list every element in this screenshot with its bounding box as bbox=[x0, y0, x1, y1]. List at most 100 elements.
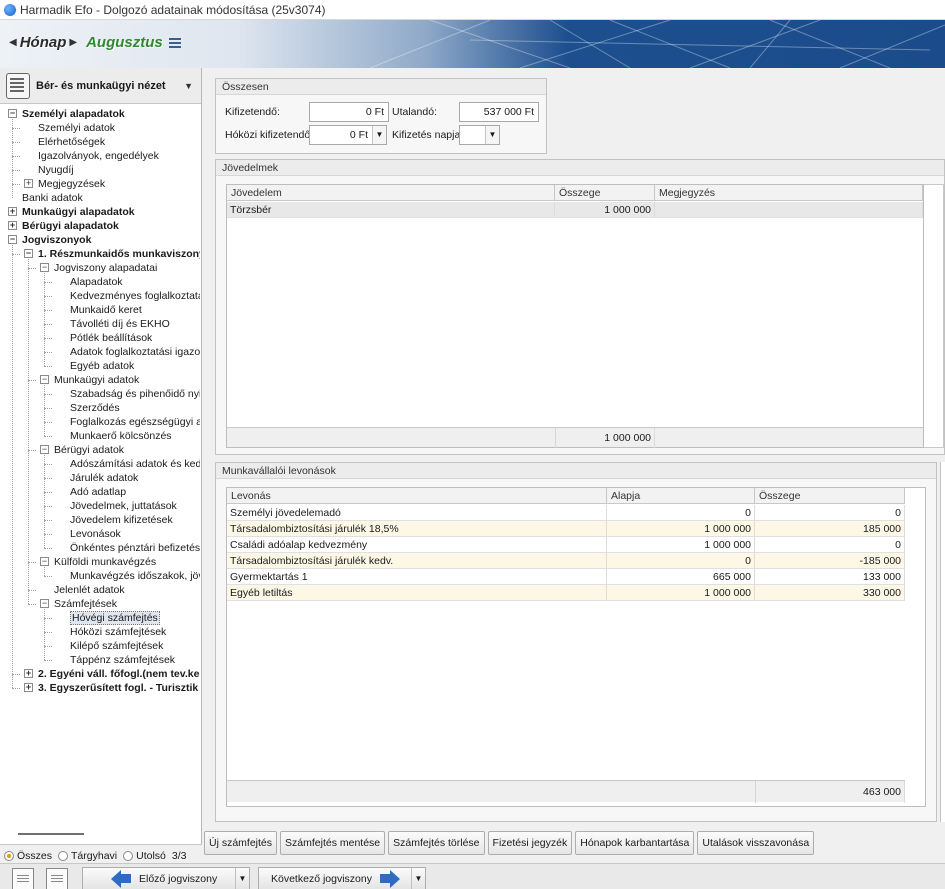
filter-option-all[interactable]: Összes bbox=[4, 850, 52, 862]
table-row[interactable]: Egyéb letiltás 1 000 000 330 000 bbox=[227, 585, 905, 601]
column-header[interactable]: Alapja bbox=[607, 488, 755, 504]
table-row[interactable]: Társadalombiztosítási járulék kedv. 0 -185… bbox=[227, 553, 905, 569]
tree-item[interactable]: − Munkaügyi adatok bbox=[40, 373, 139, 387]
collapse-icon[interactable]: − bbox=[8, 235, 17, 244]
payable-field[interactable]: 0 Ft bbox=[309, 102, 389, 122]
tree-item[interactable]: Kilépő számfejtések bbox=[56, 639, 163, 653]
splitter-handle[interactable] bbox=[18, 833, 84, 835]
radio-icon[interactable] bbox=[123, 850, 134, 861]
tree-item[interactable]: Személyi adatok bbox=[24, 121, 115, 135]
next-month-arrow[interactable]: ▶ bbox=[69, 37, 77, 48]
delete-payroll-button[interactable]: Számfejtés törlése bbox=[388, 831, 485, 855]
chevron-down-icon[interactable]: ▼ bbox=[411, 868, 425, 889]
expand-icon[interactable]: + bbox=[8, 207, 17, 216]
payment-day-field[interactable]: ▼ bbox=[459, 125, 500, 145]
collapse-icon[interactable]: − bbox=[8, 109, 17, 118]
tree-item[interactable]: Jövedelem kifizetések bbox=[56, 513, 173, 527]
table-row[interactable]: Társadalombiztosítási járulék 18,5% 1 000… bbox=[227, 521, 905, 537]
tree-item[interactable]: +3. Egyszerűsített fogl. - Turisztik bbox=[24, 681, 198, 695]
tree-item[interactable]: − Jogviszony alapadatai bbox=[40, 261, 157, 275]
table-row[interactable]: Személyi jövedelemadó 0 0 bbox=[227, 505, 905, 521]
column-header[interactable]: Jövedelem bbox=[227, 185, 555, 201]
month-maintenance-button[interactable]: Hónapok karbantartása bbox=[575, 831, 695, 855]
view-selector[interactable]: Bér- és munkaügyi nézet ▼ bbox=[0, 68, 201, 104]
prev-relationship-button[interactable]: Előző jogviszony ▼ bbox=[82, 867, 250, 889]
month-label[interactable]: Hónap bbox=[20, 34, 67, 51]
tree-item[interactable]: Hóközi számfejtések bbox=[56, 625, 166, 639]
tree-item[interactable]: Levonások bbox=[56, 527, 121, 541]
expand-icon[interactable]: + bbox=[24, 669, 33, 678]
tree-item[interactable]: Járulék adatok bbox=[56, 471, 138, 485]
tree-item[interactable]: + Bérügyi alapadatok bbox=[8, 219, 119, 233]
prev-month-arrow[interactable]: ◀ bbox=[9, 37, 17, 48]
tree-item[interactable]: Önkéntes pénztári befizetések bbox=[56, 541, 200, 555]
collapse-icon[interactable]: − bbox=[40, 375, 49, 384]
tree-item[interactable]: Adatok foglalkoztatási igazolás bbox=[56, 345, 200, 359]
expand-icon[interactable]: + bbox=[8, 221, 17, 230]
collapse-icon[interactable]: − bbox=[24, 249, 33, 258]
tree-item[interactable]: Kedvezményes foglalkoztatás bbox=[56, 289, 200, 303]
tree-item[interactable]: Szabadság és pihenőidő nyilvá bbox=[56, 387, 200, 401]
tree-item[interactable]: Táppénz számfejtések bbox=[56, 653, 175, 667]
chevron-down-icon[interactable]: ▼ bbox=[372, 126, 386, 144]
tree-item[interactable]: + Megjegyzések bbox=[24, 177, 105, 191]
column-header[interactable]: Összege bbox=[755, 488, 905, 504]
tree-item[interactable]: Adó adatlap bbox=[56, 485, 126, 499]
tree-item[interactable]: − Külföldi munkavégzés bbox=[40, 555, 156, 569]
tree-item[interactable]: Adószámítási adatok és kedve bbox=[56, 457, 200, 471]
tree-item[interactable]: Jelenlét adatok bbox=[40, 583, 125, 597]
chevron-down-icon[interactable]: ▼ bbox=[235, 868, 249, 889]
month-value[interactable]: Augusztus bbox=[86, 34, 163, 51]
radio-icon[interactable] bbox=[4, 850, 14, 861]
tree-item[interactable]: Igazolványok, engedélyek bbox=[24, 149, 159, 163]
tree-item[interactable]: Alapadatok bbox=[56, 275, 123, 289]
tree-item[interactable]: Foglalkozás egészségügyi ada bbox=[56, 415, 200, 429]
column-header[interactable]: Összege bbox=[555, 185, 655, 201]
tree-item[interactable]: Banki adatok bbox=[8, 191, 83, 205]
save-payroll-button[interactable]: Számfejtés mentése bbox=[280, 831, 386, 855]
tree-item[interactable]: − Személyi alapadatok bbox=[8, 107, 125, 121]
tree-item[interactable]: Pótlék beállítások bbox=[56, 331, 152, 345]
tree-item[interactable]: Szerződés bbox=[56, 401, 120, 415]
radio-icon[interactable] bbox=[58, 850, 69, 861]
table-row[interactable]: Gyermektartás 1 665 000 133 000 bbox=[227, 569, 905, 585]
chevron-down-icon[interactable]: ▼ bbox=[485, 126, 499, 144]
interim-payable-field[interactable]: 0 Ft ▼ bbox=[309, 125, 387, 145]
transfer-field[interactable]: 537 000 Ft bbox=[459, 102, 539, 122]
column-header[interactable]: Levonás bbox=[227, 488, 607, 504]
table-row[interactable]: Családi adóalap kedvezmény 1 000 000 0 bbox=[227, 537, 905, 553]
new-payroll-button[interactable]: Új számfejtés bbox=[204, 831, 278, 855]
revoke-transfers-button[interactable]: Utalások visszavonása bbox=[697, 831, 815, 855]
collapse-icon[interactable]: − bbox=[40, 599, 49, 608]
expand-icon[interactable]: + bbox=[24, 179, 33, 188]
tree-item[interactable]: Távolléti díj és EKHO bbox=[56, 317, 170, 331]
next-relationship-button[interactable]: Következő jogviszony ▼ bbox=[258, 867, 426, 889]
payslip-button[interactable]: Fizetési jegyzék bbox=[487, 831, 573, 855]
tree-item[interactable]: Hóvégi számfejtés bbox=[56, 611, 160, 625]
tree-item[interactable]: −1. Részmunkaidős munkaviszony bbox=[24, 247, 200, 261]
tree-item[interactable]: Egyéb adatok bbox=[56, 359, 134, 373]
filter-option-last[interactable]: Utolsó bbox=[123, 850, 166, 862]
chevron-down-icon[interactable]: ▼ bbox=[184, 81, 193, 91]
tree-item[interactable]: Munkaerő kölcsönzés bbox=[56, 429, 172, 443]
table-row[interactable]: Törzsbér 1 000 000 bbox=[227, 202, 923, 218]
tree-item[interactable]: − Számfejtések bbox=[40, 597, 117, 611]
tree-item[interactable]: Munkavégzés időszakok, jöved bbox=[56, 569, 200, 583]
document-icon[interactable] bbox=[12, 868, 34, 889]
tree-item[interactable]: Elérhetőségek bbox=[24, 135, 105, 149]
collapse-icon[interactable]: − bbox=[40, 445, 49, 454]
tree-item[interactable]: Jövedelmek, juttatások bbox=[56, 499, 177, 513]
tree-item[interactable]: + Munkaügyi alapadatok bbox=[8, 205, 135, 219]
column-header[interactable]: Megjegyzés bbox=[655, 185, 923, 201]
tree-item[interactable]: Nyugdíj bbox=[24, 163, 74, 177]
month-dropdown-icon[interactable] bbox=[168, 37, 181, 48]
tree-item[interactable]: − Bérügyi adatok bbox=[40, 443, 124, 457]
document-list-icon[interactable] bbox=[46, 868, 68, 889]
filter-option-current[interactable]: Tárgyhavi bbox=[58, 850, 117, 862]
collapse-icon[interactable]: − bbox=[40, 263, 49, 272]
collapse-icon[interactable]: − bbox=[40, 557, 49, 566]
tree-item[interactable]: Munkaidő keret bbox=[56, 303, 142, 317]
tree-item[interactable]: − Jogviszonyok bbox=[8, 233, 91, 247]
tree-item[interactable]: +2. Egyéni váll. főfogl.(nem tev.ke bbox=[24, 667, 199, 681]
expand-icon[interactable]: + bbox=[24, 683, 33, 692]
